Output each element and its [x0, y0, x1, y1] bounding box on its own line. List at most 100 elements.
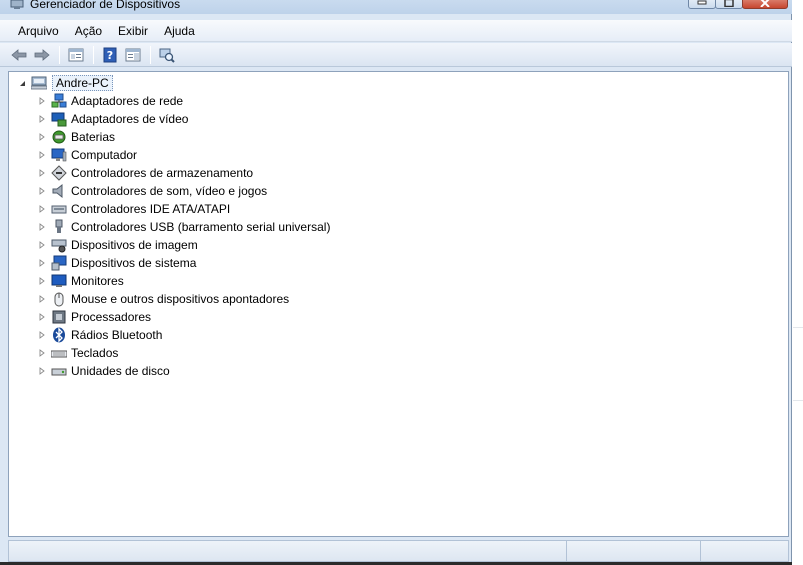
tree-item-label: Processadores	[71, 310, 152, 324]
device-manager-app-icon	[10, 0, 24, 11]
tree-item[interactable]: Computador	[37, 146, 137, 164]
toolbar-separator	[150, 45, 151, 64]
tree-root[interactable]: Andre-PC	[17, 74, 113, 92]
ide-controller-icon	[51, 201, 67, 217]
tree-item[interactable]: Controladores de armazenamento	[37, 164, 253, 182]
battery-icon	[51, 129, 67, 145]
close-icon	[760, 0, 770, 7]
expand-arrow-icon[interactable]	[37, 182, 47, 200]
monitor-icon	[51, 273, 67, 289]
window-title: Gerenciador de Dispositivos	[30, 0, 181, 11]
keyboard-icon	[51, 345, 67, 361]
computer-root-icon	[31, 75, 47, 91]
show-hide-pane-icon	[125, 48, 141, 61]
tree-item-label: Teclados	[71, 346, 119, 360]
tree-item[interactable]: Monitores	[37, 272, 124, 290]
network-adapter-icon	[51, 93, 67, 109]
expand-arrow-icon[interactable]	[37, 236, 47, 254]
back-button[interactable]	[8, 45, 30, 65]
tree-item-label: Baterias	[71, 130, 116, 144]
tree-item-label: Controladores de armazenamento	[71, 166, 254, 180]
close-button[interactable]	[742, 0, 788, 9]
tree-item[interactable]: Processadores	[37, 308, 151, 326]
forward-arrow-icon	[34, 48, 50, 61]
menu-arquivo[interactable]: Arquivo	[10, 21, 67, 41]
minimize-icon	[697, 0, 707, 5]
tree-item[interactable]: Adaptadores de vídeo	[37, 110, 188, 128]
tree-item[interactable]: Baterias	[37, 128, 115, 146]
system-device-icon	[51, 255, 67, 271]
expand-arrow-icon[interactable]	[37, 218, 47, 236]
forward-button[interactable]	[31, 45, 53, 65]
expand-arrow-icon[interactable]	[37, 200, 47, 218]
properties-console-button[interactable]	[65, 45, 87, 65]
expand-arrow-icon[interactable]	[37, 326, 47, 344]
collapse-arrow-icon[interactable]	[17, 74, 27, 92]
show-hide-pane-button[interactable]	[122, 45, 144, 65]
menu-ajuda[interactable]: Ajuda	[156, 21, 203, 41]
scan-hardware-button[interactable]	[156, 45, 178, 65]
toolbar-separator	[59, 45, 60, 64]
tree-item-label: Mouse e outros dispositivos apontadores	[71, 292, 290, 306]
expand-arrow-icon[interactable]	[37, 308, 47, 326]
tree-item-label: Controladores de som, vídeo e jogos	[71, 184, 268, 198]
menu-acao[interactable]: Ação	[67, 21, 110, 41]
status-pane	[700, 541, 701, 561]
display-adapter-icon	[51, 111, 67, 127]
expand-arrow-icon[interactable]	[37, 344, 47, 362]
help-button[interactable]: ?	[99, 45, 121, 65]
processor-icon	[51, 309, 67, 325]
desktop-background	[793, 0, 803, 565]
device-tree[interactable]: Andre-PC Adaptadores de rede Adaptadores …	[8, 71, 789, 537]
svg-text:?: ?	[107, 49, 113, 62]
expand-arrow-icon[interactable]	[37, 110, 47, 128]
back-arrow-icon	[11, 48, 27, 61]
caption-buttons	[688, 0, 788, 9]
device-manager-window: Gerenciador de Dispositivos Arquivo Ação…	[0, 0, 792, 565]
camera-icon	[51, 237, 67, 253]
expand-arrow-icon[interactable]	[37, 164, 47, 182]
tree-item-label: Rádios Bluetooth	[71, 328, 163, 342]
toolbar-separator	[93, 45, 94, 64]
bluetooth-icon	[51, 327, 67, 343]
expand-arrow-icon[interactable]	[37, 362, 47, 380]
scan-hardware-icon	[159, 48, 175, 63]
maximize-button[interactable]	[715, 0, 743, 9]
tree-item-label: Monitores	[71, 274, 124, 288]
tree-item[interactable]: Dispositivos de imagem	[37, 236, 198, 254]
tree-item-label: Computador	[71, 148, 138, 162]
expand-arrow-icon[interactable]	[37, 254, 47, 272]
tree-item[interactable]: Teclados	[37, 344, 118, 362]
computer-icon	[51, 147, 67, 163]
tree-item-label: Adaptadores de rede	[71, 94, 184, 108]
title-bar[interactable]: Gerenciador de Dispositivos	[0, 0, 792, 14]
tree-item[interactable]: Unidades de disco	[37, 362, 170, 380]
tree-item[interactable]: Controladores IDE ATA/ATAPI	[37, 200, 230, 218]
expand-arrow-icon[interactable]	[37, 92, 47, 110]
tree-item-label: Adaptadores de vídeo	[71, 112, 189, 126]
sound-icon	[51, 183, 67, 199]
expand-arrow-icon[interactable]	[37, 146, 47, 164]
status-bar	[8, 540, 789, 562]
status-pane	[566, 541, 567, 561]
root-label: Andre-PC	[52, 75, 113, 91]
tree-item[interactable]: Controladores de som, vídeo e jogos	[37, 182, 267, 200]
storage-controller-icon	[51, 165, 67, 181]
menu-exibir[interactable]: Exibir	[110, 21, 156, 41]
tree-item[interactable]: Mouse e outros dispositivos apontadores	[37, 290, 289, 308]
expand-arrow-icon[interactable]	[37, 128, 47, 146]
expand-arrow-icon[interactable]	[37, 290, 47, 308]
properties-console-icon	[68, 48, 84, 61]
tree-item[interactable]: Dispositivos de sistema	[37, 254, 196, 272]
tree-item[interactable]: Adaptadores de rede	[37, 92, 183, 110]
tree-item[interactable]: Controladores USB (barramento serial uni…	[37, 218, 330, 236]
tree-item-label: Dispositivos de imagem	[71, 238, 198, 252]
help-icon: ?	[103, 47, 117, 62]
toolbar: ?	[0, 43, 792, 67]
minimize-button[interactable]	[688, 0, 716, 9]
expand-arrow-icon[interactable]	[37, 272, 47, 290]
tree-item-label: Controladores USB (barramento serial uni…	[71, 220, 331, 234]
tree-item-label: Controladores IDE ATA/ATAPI	[71, 202, 231, 216]
tree-item[interactable]: Rádios Bluetooth	[37, 326, 162, 344]
mouse-icon	[51, 291, 67, 307]
